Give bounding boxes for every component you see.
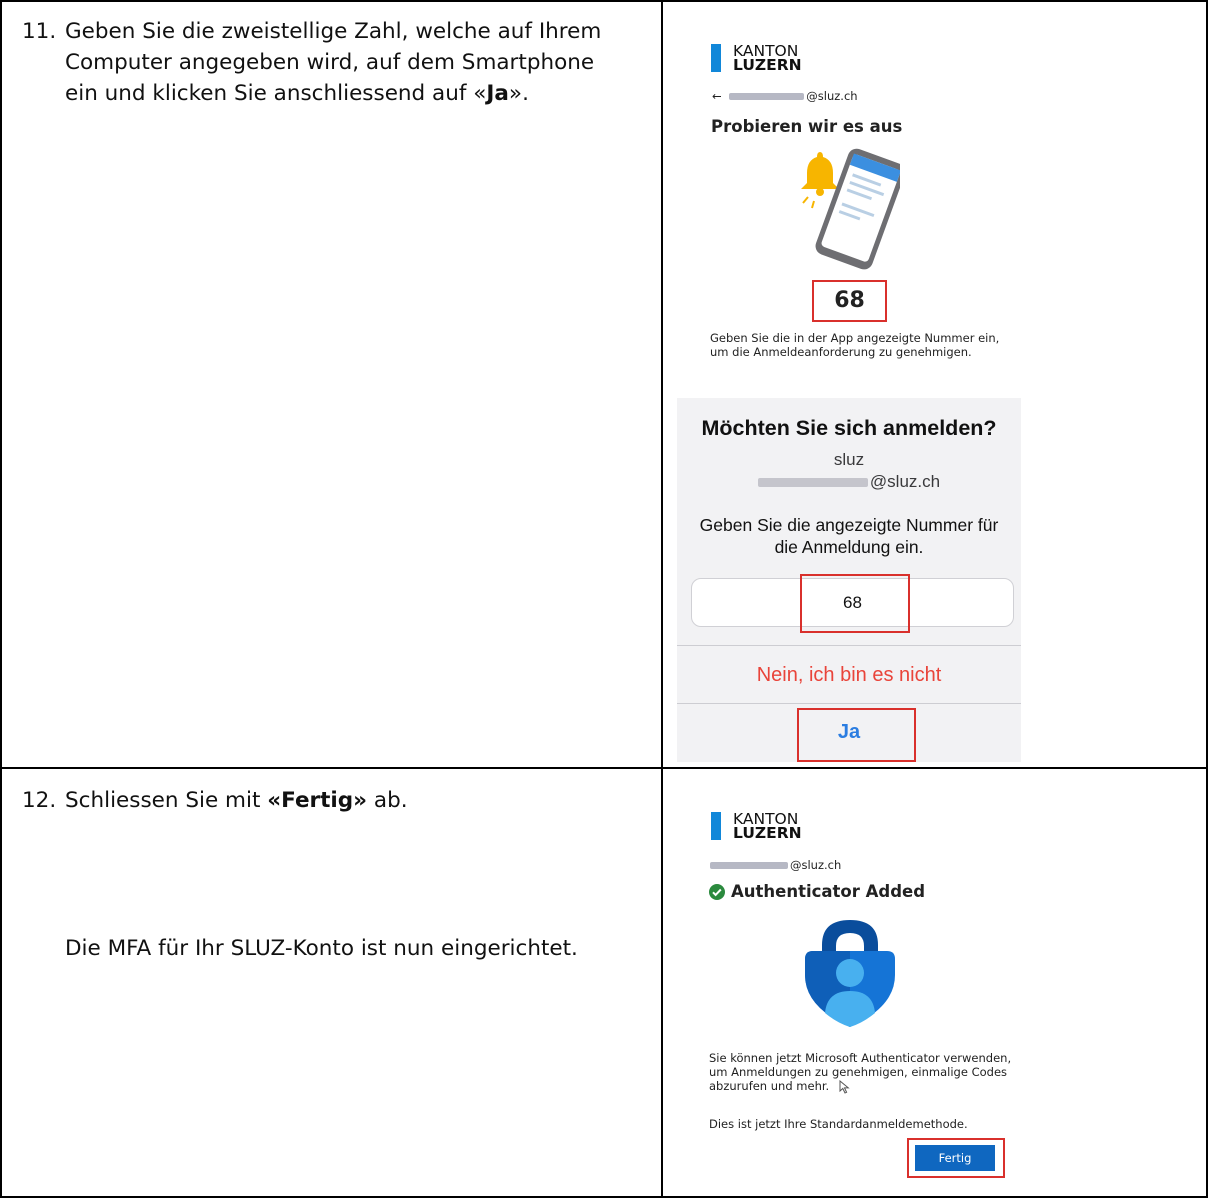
success-body: Sie können jetzt Microsoft Authenticator… [709, 1051, 1011, 1094]
step-12-instruction: 12. Schliessen Sie mit «Fertig» ab. [22, 785, 642, 825]
step-text-part: ein und klicken Sie anschliessend auf « [65, 81, 487, 106]
authenticator-lock-icon [805, 920, 895, 1027]
prompt-line: Geben Sie die angezeigte Nummer für [699, 515, 999, 535]
step-text-part: ». [508, 81, 529, 106]
account-domain: @sluz.ch [806, 89, 858, 103]
input-highlight [800, 574, 910, 633]
success-title: Authenticator Added [709, 882, 925, 901]
redacted-username [710, 862, 788, 869]
account-line: @sluz.ch [710, 858, 841, 872]
logo-text: KANTON LUZERN [733, 43, 802, 74]
page-title: Probieren wir es aus [711, 117, 903, 136]
body-line: um Anmeldungen zu genehmigen, einmalige … [709, 1065, 1008, 1079]
displayed-number: 68 [834, 288, 865, 313]
step-text: Schliessen Sie mit «Fertig» ab. [65, 785, 408, 816]
account-domain: @sluz.ch [790, 858, 842, 872]
redacted-username [757, 478, 868, 488]
prompt-org: sluz [833, 450, 865, 469]
completion-note: Die MFA für Ihr SLUZ-Konto ist nun einge… [65, 936, 578, 961]
table-border-top [0, 0, 1208, 2]
table-row-divider [0, 767, 1208, 769]
caption-line: um die Anmeldeanforderung zu genehmigen. [710, 345, 972, 359]
prompt-title: Möchten Sie sich anmelden? [701, 416, 997, 440]
logo-line: LUZERN [733, 824, 802, 842]
number-highlight: 68 [812, 280, 887, 322]
body-line: abzurufen und mehr. [709, 1079, 1011, 1094]
body-line-text: abzurufen und mehr. [709, 1079, 830, 1093]
account-line: ← @sluz.ch [712, 89, 858, 103]
table-border-left [0, 0, 2, 1198]
success-title-text: Authenticator Added [731, 882, 926, 901]
table-column-divider [661, 0, 663, 1198]
prompt-instruction: Geben Sie die angezeigte Nummer für die … [677, 514, 1021, 558]
redacted-username [729, 93, 805, 100]
logo-text: KANTON LUZERN [733, 811, 802, 842]
kanton-luzern-logo: KANTON LUZERN [711, 43, 802, 74]
step-text-part: Schliessen Sie mit [65, 788, 268, 813]
divider [677, 645, 1021, 646]
arrow-left-icon[interactable]: ← [712, 89, 722, 103]
step-text-line: ein und klicken Sie anschliessend auf «J… [65, 78, 601, 109]
step-text-emphasis: Ja [486, 81, 509, 106]
done-button[interactable]: Fertig [915, 1145, 995, 1171]
check-circle-icon [709, 883, 725, 900]
caption-line: Geben Sie die in der App angezeigte Numm… [710, 331, 1000, 345]
account-domain: @sluz.ch [869, 472, 941, 491]
step-text-part: ab. [367, 788, 408, 813]
step-text-line: Computer angegeben wird, auf dem Smartph… [65, 50, 595, 75]
number-caption: Geben Sie die in der App angezeigte Numm… [710, 331, 999, 359]
instruction-table [0, 0, 1208, 1198]
step-text-emphasis: «Fertig» [267, 788, 368, 813]
logo-line: LUZERN [733, 56, 802, 74]
logo-bar [711, 44, 721, 72]
step-number: 12. [22, 788, 57, 813]
body-line: Sie können jetzt Microsoft Authenticator… [709, 1051, 1012, 1065]
prompt-account: @sluz.ch [677, 472, 1021, 492]
step-11-instruction: 11. Geben Sie die zweistellige Zahl, wel… [22, 16, 642, 116]
prompt-line: die Anmeldung ein. [774, 537, 924, 557]
cursor-icon [839, 1079, 850, 1094]
step-text: Geben Sie die zweistellige Zahl, welche … [65, 16, 601, 109]
step-text-line: Geben Sie die zweistellige Zahl, welche … [65, 19, 602, 44]
default-method-note: Dies ist jetzt Ihre Standardanmeldemetho… [709, 1117, 968, 1131]
step-number: 11. [22, 19, 57, 44]
confirm-highlight [797, 708, 916, 762]
phone-illustration-icon [801, 148, 900, 270]
kanton-luzern-logo: KANTON LUZERN [711, 811, 802, 842]
divider [677, 703, 1021, 704]
logo-bar [711, 812, 721, 840]
deny-button[interactable]: Nein, ich bin es nicht [677, 664, 1021, 687]
